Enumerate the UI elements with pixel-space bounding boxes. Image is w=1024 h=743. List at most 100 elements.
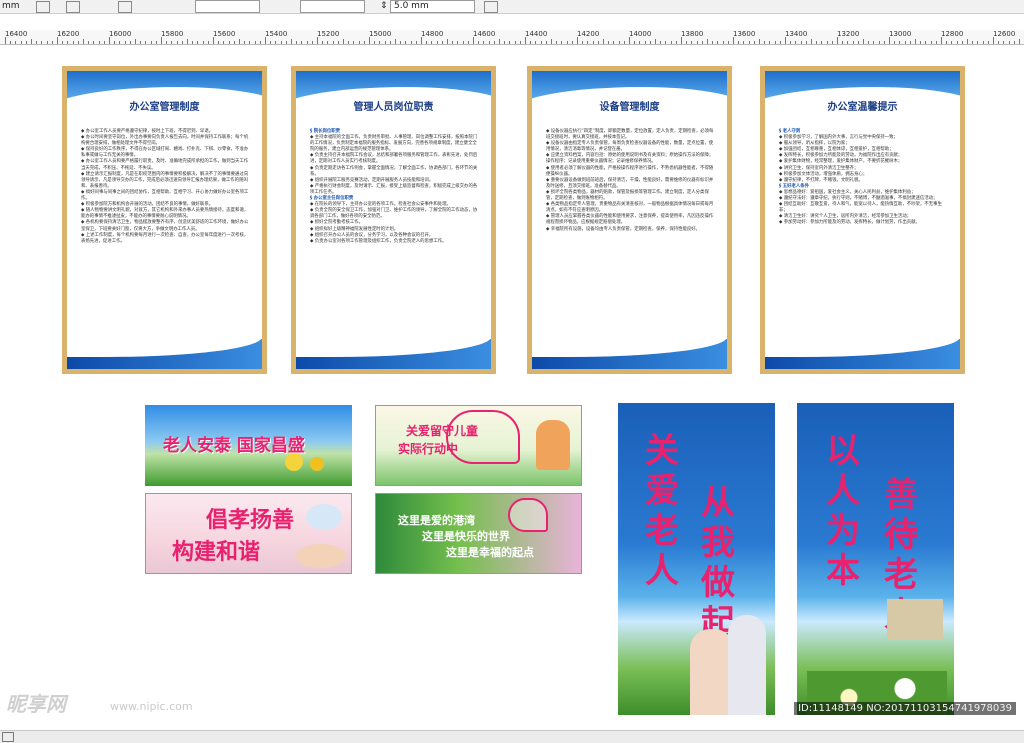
ruler-tick bbox=[296, 41, 298, 44]
angle-field[interactable] bbox=[195, 0, 260, 13]
ruler-tick bbox=[452, 41, 454, 44]
board-line: ◆ 负责办公室对各项工作管理及组织工作，负责全院老人的思想工作。 bbox=[310, 238, 447, 244]
ruler-tick bbox=[509, 41, 511, 44]
ruler-tick bbox=[987, 41, 989, 44]
ruler-tick bbox=[670, 41, 672, 44]
ruler-tick bbox=[207, 41, 209, 44]
ruler-tick bbox=[805, 41, 807, 44]
ruler-tick bbox=[41, 41, 43, 44]
banner-slogan: 以人为本 bbox=[826, 431, 860, 591]
drawing-canvas[interactable]: 办公室管理制度 ◆ 办公室工作人员要严格遵守纪律，按时上下班，不得迟到、早退。 ◆… bbox=[0, 45, 1024, 731]
banner-slogan: 关爱老人 bbox=[645, 431, 679, 591]
options-icon[interactable] bbox=[484, 1, 498, 13]
ruler-tick bbox=[904, 41, 906, 44]
ruler-tick bbox=[291, 39, 292, 44]
ruler-tick bbox=[379, 41, 381, 44]
ruler-tick bbox=[821, 41, 823, 44]
ruler-tick bbox=[228, 41, 230, 44]
ruler-tick bbox=[431, 41, 433, 44]
ruler-tick bbox=[831, 41, 833, 44]
ruler-tick bbox=[57, 37, 58, 44]
board-line: ◆ 使用者必须了解仪器的性能，严格按操作程序进行操作，不熟悉机器性能者，不得随便… bbox=[546, 165, 714, 177]
ruler-tick bbox=[499, 39, 500, 44]
ruler-tick bbox=[951, 41, 953, 44]
ruler-tick bbox=[852, 41, 854, 44]
ruler-tick bbox=[254, 41, 256, 44]
ruler-tick bbox=[525, 37, 526, 44]
ruler-tick bbox=[571, 41, 573, 44]
ruler-tick bbox=[608, 41, 610, 44]
ruler-tick-label: 15600 bbox=[213, 30, 236, 38]
ruler-tick bbox=[972, 41, 974, 44]
board-line: ◆ 建立请示汇报制度，凡是在职权范围内的事情要积极解决，解决不了的事情要通过向领… bbox=[81, 171, 249, 189]
board-line: ◆ 办公时间要坚守岗位，外出办事要向负责人报告去向，时间并保持工作联系；每个机构… bbox=[81, 135, 249, 147]
ruler-tick bbox=[462, 41, 464, 44]
ruler-tick bbox=[124, 41, 126, 44]
lock-ratio-icon[interactable] bbox=[36, 1, 50, 13]
children-illustration bbox=[536, 420, 570, 470]
board-line: ◆ 重要仪器设备做到班前班后，保持清洁，干燥，性能良好，需要维修的仪器有标识并及… bbox=[546, 177, 714, 189]
ruler-tick bbox=[1013, 41, 1015, 44]
ruler-tick bbox=[930, 41, 932, 44]
ruler-tick bbox=[504, 41, 506, 44]
ruler-tick bbox=[587, 41, 589, 44]
ruler-tick bbox=[707, 39, 708, 44]
ruler-tick bbox=[389, 41, 391, 44]
board-line: ◆ 管理人员应掌握各类仪器的性能和使用要求，注意保养，提高使用率，凡因违反操作规… bbox=[546, 214, 714, 226]
outline-width-field[interactable] bbox=[300, 0, 365, 13]
ruler-tick bbox=[977, 41, 979, 44]
ruler-tick bbox=[946, 41, 948, 44]
ruler-tick bbox=[218, 41, 220, 44]
ruler-tick bbox=[265, 37, 266, 44]
board-line: ◆ 保持良好的工作秩序，不得在办公区域打闹、嬉戏、打扑克、下棋、炒零食，不准办私… bbox=[81, 147, 249, 159]
ruler-tick-label: 13000 bbox=[889, 30, 912, 38]
board-line: ◆ 幸福院所有设施，设备均由专人负责保管，定期检查，保养，保持性能良好。 bbox=[546, 226, 701, 232]
board-body: ◆ 设备仪器应执行“四定”制度，即额定数量，定位放置，定人负责，定期检查，必须每… bbox=[546, 129, 715, 233]
page-icon[interactable] bbox=[2, 732, 14, 742]
ruler-tick bbox=[473, 37, 474, 44]
ruler-tick bbox=[103, 41, 105, 44]
ruler-tick bbox=[681, 37, 682, 44]
ruler-tick bbox=[582, 41, 584, 44]
ruler-tick bbox=[623, 41, 625, 44]
ruler-tick bbox=[790, 41, 792, 44]
ruler-tick bbox=[696, 41, 698, 44]
nudge-distance-field[interactable]: 5.0 mm bbox=[390, 0, 475, 13]
transform-icon[interactable] bbox=[118, 1, 132, 13]
ruler-tick-label: 12800 bbox=[941, 30, 964, 38]
ruler-tick bbox=[46, 41, 48, 44]
ruler-tick bbox=[363, 41, 365, 44]
ruler-tick bbox=[701, 41, 703, 44]
board-body: ◆ 办公室工作人员要严格遵守纪律，按时上下班，不得迟到、早退。 ◆ 办公时间要坚守… bbox=[81, 129, 250, 245]
ruler-tick bbox=[665, 41, 667, 44]
board-line: ◆ 主持本福院的全面工作，负责财务审批、人事管理、岗位调整工作安排，按照本院门的… bbox=[310, 135, 478, 153]
notice-board: 办公室温馨提示 § 老人守则 ◆ 积极参加学习，了解国内外大事，言行与党中央保持一… bbox=[760, 66, 965, 374]
ruler-tick bbox=[457, 41, 459, 44]
horizontal-ruler[interactable]: 16400 16200 16000 15800 15600 15400 15200 15000… bbox=[0, 30, 1024, 45]
notice-board: 办公室管理制度 ◆ 办公室工作人员要严格遵守纪律，按时上下班，不得迟到、早退。 ◆… bbox=[62, 66, 267, 374]
ruler-tick bbox=[374, 41, 376, 44]
ruler-tick bbox=[753, 41, 755, 44]
ruler-tick bbox=[634, 41, 636, 44]
ruler-tick bbox=[660, 41, 662, 44]
ruler-tick bbox=[774, 41, 776, 44]
mirror-icon[interactable] bbox=[66, 1, 80, 13]
ruler-tick bbox=[332, 41, 334, 44]
notice-board: 管理人员岗位职责 § 院长岗位职责 ◆ 主持本福院的全面工作，负责财务审批、人事管… bbox=[291, 66, 496, 374]
board-title: 管理人员岗位职责 bbox=[353, 102, 434, 113]
cloud-icon bbox=[306, 504, 342, 530]
ruler-tick bbox=[421, 37, 422, 44]
ruler-tick bbox=[51, 41, 53, 44]
ruler-tick bbox=[119, 41, 121, 44]
ruler-tick-label: 15000 bbox=[369, 30, 392, 38]
ruler-tick bbox=[77, 41, 79, 44]
ruler-tick bbox=[109, 37, 110, 44]
ruler-tick bbox=[1003, 41, 1005, 44]
ruler-tick bbox=[135, 39, 136, 44]
ruler-tick bbox=[717, 41, 719, 44]
banner-filial-piety: 倡孝扬善 构建和谐 bbox=[145, 493, 352, 574]
board-line: ◆ 设备仪器应执行“四定”制度，即额定数量，定位放置，定人负责，定期检查，必须每… bbox=[546, 129, 714, 141]
ruler-tick bbox=[161, 37, 162, 44]
ruler-tick bbox=[192, 41, 194, 44]
ruler-tick bbox=[561, 41, 563, 44]
